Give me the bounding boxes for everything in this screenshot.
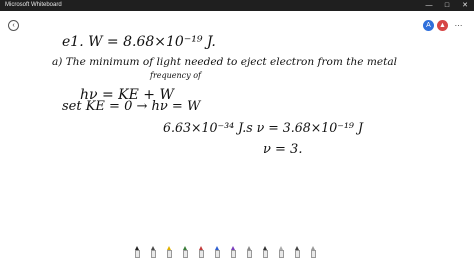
pen-body bbox=[151, 250, 156, 258]
window-titlebar: Microsoft Whiteboard — □ ✕ bbox=[0, 0, 474, 11]
ink-line-5: 6.63×10⁻³⁴ J.s ν = 3.68×10⁻¹⁹ J bbox=[163, 121, 364, 136]
pen-tool-10[interactable] bbox=[277, 245, 286, 258]
pen-body bbox=[263, 250, 268, 258]
ink-line-4: set KE = 0 → hν = W bbox=[62, 99, 202, 114]
app-title: Microsoft Whiteboard bbox=[5, 2, 62, 8]
pen-body bbox=[311, 250, 316, 258]
pen-body bbox=[167, 250, 172, 258]
pen-tool-12[interactable] bbox=[309, 245, 318, 258]
maximize-button[interactable]: □ bbox=[438, 0, 456, 11]
pen-tray bbox=[133, 245, 318, 258]
minimize-button[interactable]: — bbox=[420, 0, 438, 11]
ink-line-2a: a) The minimum of light needed to eject … bbox=[52, 57, 397, 68]
close-button[interactable]: ✕ bbox=[456, 0, 474, 11]
ink-line-1: e1. W = 8.68×10⁻¹⁹ J. bbox=[62, 34, 216, 50]
pen-body bbox=[135, 250, 140, 258]
pen-tool-6[interactable] bbox=[213, 245, 222, 258]
pen-body bbox=[183, 250, 188, 258]
pen-body bbox=[199, 250, 204, 258]
pen-body bbox=[295, 250, 300, 258]
pen-body bbox=[231, 250, 236, 258]
pen-tool-8[interactable] bbox=[245, 245, 254, 258]
pen-tool-11[interactable] bbox=[293, 245, 302, 258]
pen-body bbox=[279, 250, 284, 258]
pen-tool-5[interactable] bbox=[197, 245, 206, 258]
pen-tool-1[interactable] bbox=[133, 245, 142, 258]
pen-tool-7[interactable] bbox=[229, 245, 238, 258]
pen-tool-3[interactable] bbox=[165, 245, 174, 258]
whiteboard-canvas[interactable]: e1. W = 8.68×10⁻¹⁹ J. a) The minimum of … bbox=[0, 11, 474, 258]
ink-line-2b: frequency of bbox=[149, 71, 203, 80]
ink-line-6: ν = 3. bbox=[263, 142, 302, 157]
pen-tool-4[interactable] bbox=[181, 245, 190, 258]
pen-tool-2[interactable] bbox=[149, 245, 158, 258]
pen-tool-9[interactable] bbox=[261, 245, 270, 258]
pen-body bbox=[215, 250, 220, 258]
pen-body bbox=[247, 250, 252, 258]
